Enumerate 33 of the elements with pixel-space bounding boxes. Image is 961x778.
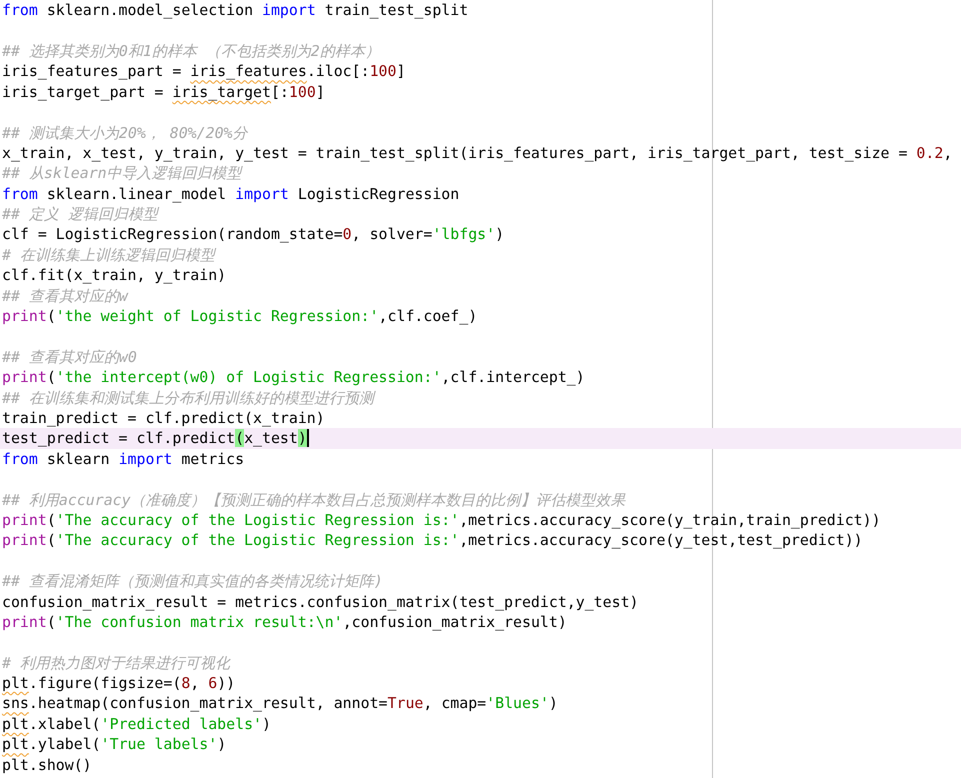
code-line: print('The accuracy of the Logistic Regression is:',metrics.accuracy_score(y_train,train_predict)) — [2, 510, 881, 529]
code-line: clf.fit(x_train, y_train) — [2, 266, 226, 284]
code-line: iris_features_part = iris_features.iloc[:100] — [2, 62, 406, 80]
code-line: iris_target_part = iris_target[:100] — [2, 82, 325, 101]
code-line: plt.show() — [2, 756, 92, 774]
code-line: plt.figure(figsize=(8, 6)) — [2, 674, 236, 692]
code-line: ## 查看其对应的w — [2, 286, 128, 305]
code-line: ## 查看其对应的w0 — [2, 348, 137, 366]
code-line: sns.heatmap(confusion_matrix_result, annot=True, cmap='Blues') — [2, 694, 558, 712]
text-cursor — [306, 429, 309, 448]
code-line: ## 查看混淆矩阵（预测值和真实值的各类情况统计矩阵) — [2, 572, 383, 590]
code-line: ## 利用accuracy（准确度）【预测正确的样本数目占总预测样本数目的比例】评估模型效果 — [2, 490, 626, 509]
code-line: print('the intercept(w0) of Logistic Regression:',clf.intercept_) — [2, 368, 585, 386]
code-line: ## 定义 逻辑回归模型 — [2, 205, 158, 224]
code-line: plt.xlabel('Predicted labels') — [2, 714, 271, 733]
code-line: ## 在训练集和测试集上分布利用训练好的模型进行预测 — [2, 388, 374, 407]
code-line: from sklearn import metrics — [2, 450, 244, 468]
code-line: confusion_matrix_result = metrics.confusion_matrix(test_predict,y_test) — [2, 592, 639, 611]
code-line: print('The confusion matrix result:\n',confusion_matrix_result) — [2, 612, 567, 631]
code-line: train_predict = clf.predict(x_train) — [2, 409, 325, 427]
code-line: print('the weight of Logistic Regression:',clf.coef_) — [2, 307, 478, 326]
code-line: x_train, x_test, y_train, y_test = train_test_split(iris_features_part, iris_target_part, test_size = 0.2, — [2, 144, 952, 162]
code-line: ## 选择其类别为0和1的样本 （不包括类别为2的样本） — [2, 42, 380, 60]
code-line: plt.ylabel('True labels') — [2, 735, 226, 754]
code-line: print('The accuracy of the Logistic Regression is:',metrics.accuracy_score(y_test,test_predict)) — [2, 531, 863, 550]
code-line: ## 从sklearn中导入逻辑回归模型 — [2, 164, 242, 182]
code-line: ## 测试集大小为20%， 80%/20%分 — [2, 124, 248, 142]
code-line: from sklearn.linear_model import LogisticRegression — [2, 184, 460, 203]
code-line: # 利用热力图对于结果进行可视化 — [2, 654, 230, 672]
code-line: clf = LogisticRegression(random_state=0, solver='lbfgs') — [2, 225, 504, 244]
code-line: test_predict = clf.predict(x_test) — [2, 429, 307, 448]
code-line: # 在训练集上训练逻辑回归模型 — [2, 246, 215, 264]
code-line: from sklearn.model_selection import train_test_split — [2, 1, 468, 20]
